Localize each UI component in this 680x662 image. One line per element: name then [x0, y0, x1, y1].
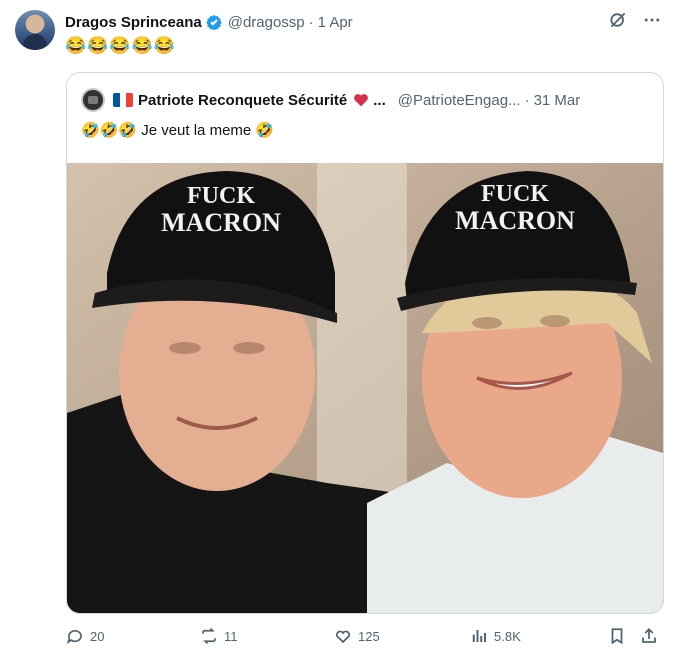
author-handle[interactable]: @dragossp: [228, 14, 305, 31]
left-cap-text-line2: MACRON: [161, 208, 281, 237]
quoted-tweet-date[interactable]: 31 Mar: [534, 92, 581, 109]
quoted-tweet-photo[interactable]: FUCK MACRON FUCK MACRON: [67, 163, 663, 613]
like-count: 125: [358, 628, 380, 644]
repost-count: 11: [224, 628, 238, 644]
author-name[interactable]: Dragos Sprinceana: [65, 14, 202, 31]
red-heart-icon: [354, 94, 369, 107]
reply-button[interactable]: 20: [66, 626, 104, 646]
bookmark-icon: [608, 627, 626, 645]
like-button[interactable]: 125: [334, 626, 380, 646]
photo-illustration: FUCK MACRON FUCK MACRON: [67, 163, 663, 613]
author-avatar[interactable]: [15, 10, 55, 50]
tweet-top-actions: [608, 10, 662, 30]
reply-icon: [66, 627, 84, 645]
like-icon: [334, 627, 352, 645]
views-button[interactable]: 5.8K: [470, 626, 521, 646]
views-icon: [470, 627, 488, 645]
right-cap-text-line1: FUCK: [481, 181, 549, 207]
left-cap-text-line1: FUCK: [187, 183, 255, 209]
tweet-actions-bar: 20 11 125 5.8K: [66, 626, 662, 648]
repost-button[interactable]: 11: [200, 626, 238, 646]
quoted-name-ellipsis: ...: [373, 91, 386, 109]
date-separator: ·: [308, 13, 314, 31]
grok-icon[interactable]: [608, 10, 628, 30]
tweet-header: Dragos Sprinceana @dragossp · 1 Apr: [65, 12, 353, 32]
tweet-date[interactable]: 1 Apr: [318, 14, 353, 31]
share-button[interactable]: [640, 626, 664, 646]
french-flag-icon: [113, 93, 133, 107]
quoted-author-name[interactable]: Patriote Reconquete Sécurité: [138, 92, 347, 109]
share-icon: [640, 627, 658, 645]
quoted-tweet-header: Patriote Reconquete Sécurité ... @Patrio…: [81, 88, 651, 112]
bookmark-button[interactable]: [608, 626, 632, 646]
more-icon[interactable]: [642, 10, 662, 30]
verified-badge-icon: [205, 15, 222, 30]
quoted-tweet-text: 🤣🤣🤣 Je veut la meme 🤣: [81, 122, 275, 139]
quoted-date-separator: ·: [524, 91, 530, 109]
quoted-tweet[interactable]: Patriote Reconquete Sécurité ... @Patrio…: [66, 72, 664, 614]
reply-count: 20: [90, 628, 105, 644]
view-count: 5.8K: [494, 628, 521, 644]
quoted-author-avatar[interactable]: [81, 88, 105, 112]
right-cap-text-line2: MACRON: [455, 206, 575, 235]
tweet-text: 😂😂😂😂😂: [65, 36, 176, 55]
repost-icon: [200, 627, 218, 645]
quoted-author-handle[interactable]: @PatrioteEngag...: [398, 92, 521, 109]
